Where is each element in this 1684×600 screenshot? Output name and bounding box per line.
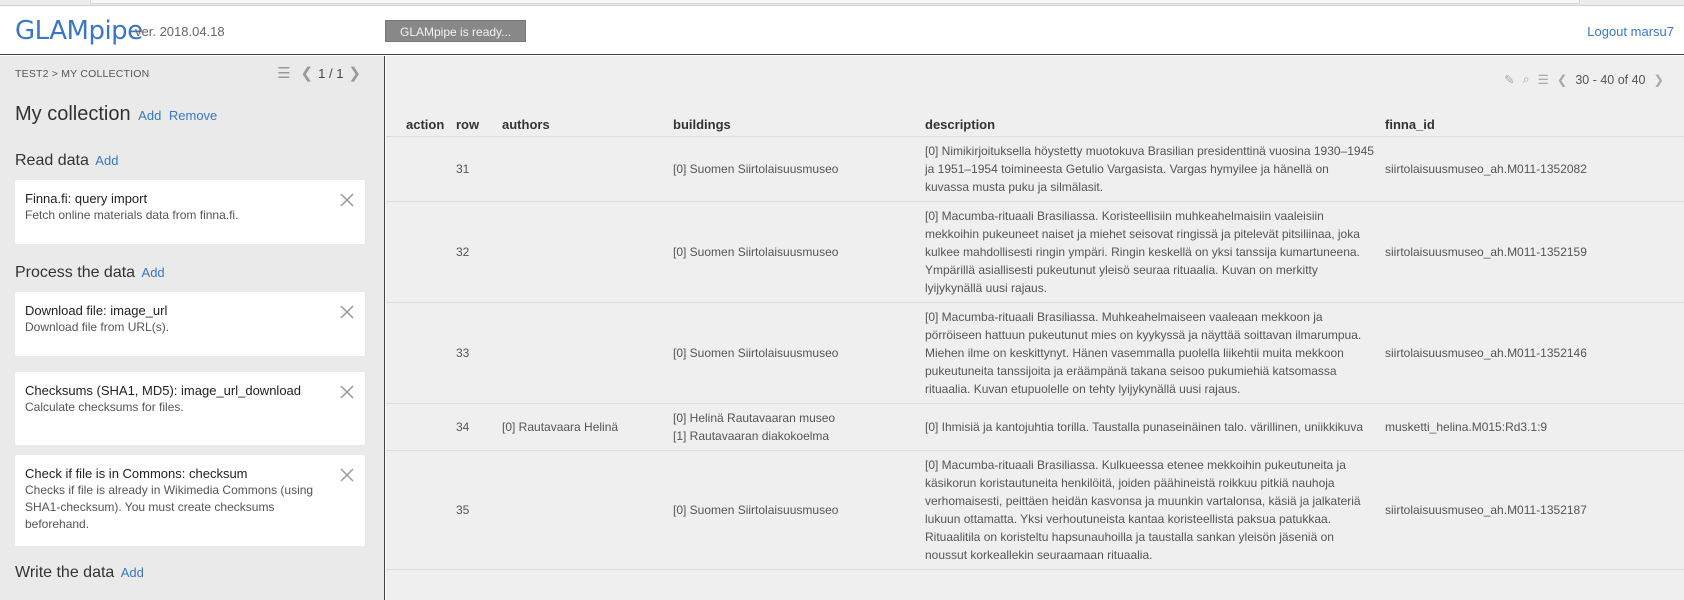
node-title: Download file: image_url <box>25 303 168 318</box>
node-title: Finna.fi: query import <box>25 191 148 206</box>
building-entry: [0] Suomen Siirtolaisuusmuseo <box>673 346 839 360</box>
chevron-right-icon[interactable]: ❯ <box>1654 72 1664 87</box>
read-data-title: Read data Add <box>15 152 118 170</box>
description-cell: [0] Nimikirjoituksella höystetty muotoku… <box>925 136 1385 202</box>
table-row[interactable]: 35 [0] Suomen Siirtolaisuusmuseo [0] Mac… <box>386 450 1684 570</box>
finna-id-cell: siirtolaisuusmuseo_ah.M011-1352159 <box>1385 201 1684 303</box>
menu-icon[interactable]: ☰ <box>1538 72 1549 87</box>
buildings-cell: [0] Suomen Siirtolaisuusmuseo <box>673 136 925 202</box>
authors-cell: [0] Rautavaara Helinä <box>502 403 673 451</box>
read-data-label: Read data <box>15 152 89 169</box>
action-cell[interactable] <box>386 201 456 303</box>
building-entry: [0] Suomen Siirtolaisuusmuseo <box>673 245 839 259</box>
chevron-left-icon[interactable]: ❮ <box>301 64 314 82</box>
app-header: GLAMpipe ver. 2018.04.18 GLAMpipe is rea… <box>0 6 1684 55</box>
row-number-cell: 32 <box>456 201 502 303</box>
node-card[interactable]: Checksums (SHA1, MD5): image_url_downloa… <box>15 372 365 445</box>
buildings-cell: [0] Suomen Siirtolaisuusmuseo <box>673 302 925 404</box>
table-header-row: action row authors buildings description… <box>386 111 1684 137</box>
table-row[interactable]: 34 [0] Rautavaara Helinä [0] Helinä Raut… <box>386 403 1684 451</box>
add-collection-link[interactable]: Add <box>138 108 161 123</box>
close-icon[interactable] <box>339 384 355 400</box>
node-description: Download file from URL(s). <box>25 320 170 334</box>
finna-id-cell: siirtolaisuusmuseo_ah.M011-1352082 <box>1385 136 1684 202</box>
description-cell: [0] Macumba-rituaali Brasiliassa. Korist… <box>925 201 1385 303</box>
action-cell[interactable] <box>386 136 456 202</box>
column-header-action[interactable]: action <box>386 111 456 137</box>
menu-icon[interactable]: ☰ <box>277 64 290 82</box>
table-row[interactable]: 32 [0] Suomen Siirtolaisuusmuseo [0] Mac… <box>386 201 1684 303</box>
search-icon[interactable]: ⌕ <box>1523 72 1530 87</box>
node-title: Check if file is in Commons: checksum <box>25 466 248 481</box>
node-title: Checksums (SHA1, MD5): image_url_downloa… <box>25 383 302 398</box>
authors-cell <box>502 450 673 570</box>
remove-collection-link[interactable]: Remove <box>169 108 217 123</box>
description-cell: [0] Ihmisiä ja kantojuhtia torilla. Taus… <box>925 403 1385 451</box>
column-header-authors[interactable]: authors <box>502 111 673 137</box>
edit-icon[interactable]: ✎ <box>1504 72 1514 87</box>
row-number-cell: 34 <box>456 403 502 451</box>
chevron-right-icon[interactable]: ❯ <box>348 64 361 82</box>
write-data-title: Write the data Add <box>15 564 144 582</box>
finna-id-cell: siirtolaisuusmuseo_ah.M011-1352187 <box>1385 450 1684 570</box>
close-icon[interactable] <box>339 192 355 208</box>
node-description: Fetch online materials data from finna.f… <box>25 208 239 222</box>
collection-pager: ☰ ❮ 1 / 1 ❯ <box>272 64 366 82</box>
action-cell[interactable] <box>386 450 456 570</box>
app-logo[interactable]: GLAMpipe <box>15 16 143 46</box>
collection-title: My collection Add Remove <box>15 103 217 126</box>
logout-link[interactable]: Logout marsu7 <box>1587 24 1674 39</box>
chevron-left-icon[interactable]: ❮ <box>1557 72 1567 87</box>
action-cell[interactable] <box>386 403 456 451</box>
write-data-label: Write the data <box>15 564 115 581</box>
table-row[interactable]: 33 [0] Suomen Siirtolaisuusmuseo [0] Mac… <box>386 302 1684 404</box>
row-number-cell: 33 <box>456 302 502 404</box>
status-badge: GLAMpipe is ready... <box>385 20 527 42</box>
data-table: action row authors buildings description… <box>386 111 1684 570</box>
authors-cell <box>502 136 673 202</box>
buildings-cell: [0] Suomen Siirtolaisuusmuseo <box>673 201 925 303</box>
table-row[interactable]: 31 [0] Suomen Siirtolaisuusmuseo [0] Nim… <box>386 136 1684 202</box>
close-icon[interactable] <box>339 304 355 320</box>
node-card[interactable]: Download file: image_url Download file f… <box>15 292 365 356</box>
buildings-cell: [0] Suomen Siirtolaisuusmuseo <box>673 450 925 570</box>
collection-title-text: My collection <box>15 103 131 125</box>
row-number-cell: 35 <box>456 450 502 570</box>
browser-bar <box>90 0 1580 4</box>
node-description: Calculate checksums for files. <box>25 400 184 414</box>
sidebar: TEST2 > MY COLLECTION ☰ ❮ 1 / 1 ❯ My col… <box>0 56 385 600</box>
description-cell: [0] Macumba-rituaali Brasiliassa. Kulkue… <box>925 450 1385 570</box>
data-pager-label: 30 - 40 of 40 <box>1575 72 1646 87</box>
building-entry: [0] Suomen Siirtolaisuusmuseo <box>673 162 839 176</box>
finna-id-cell: musketti_helina.M015:Rd3.1:9 <box>1385 403 1684 451</box>
collection-pager-label: 1 / 1 <box>318 65 344 81</box>
add-read-node-link[interactable]: Add <box>95 153 118 168</box>
process-data-label: Process the data <box>15 264 136 281</box>
app-version: ver. 2018.04.18 <box>135 24 225 39</box>
node-card[interactable]: Check if file is in Commons: checksum Ch… <box>15 455 365 546</box>
process-data-title: Process the data Add <box>15 264 165 282</box>
node-card[interactable]: Finna.fi: query import Fetch online mate… <box>15 180 365 244</box>
breadcrumb[interactable]: TEST2 > MY COLLECTION <box>15 68 149 80</box>
add-write-node-link[interactable]: Add <box>121 565 144 580</box>
row-number-cell: 31 <box>456 136 502 202</box>
column-header-description[interactable]: description <box>925 111 1385 137</box>
data-toolbar: ✎ ⌕ ☰ ❮ 30 - 40 of 40 ❯ <box>1504 72 1664 87</box>
building-entry: [1] Rautavaaran diakokoelma <box>673 429 830 443</box>
close-icon[interactable] <box>339 467 355 483</box>
description-cell: [0] Macumba-rituaali Brasiliassa. Muhkea… <box>925 302 1385 404</box>
building-entry: [0] Helinä Rautavaaran museo <box>673 411 836 425</box>
column-header-buildings[interactable]: buildings <box>673 111 925 137</box>
buildings-cell: [0] Helinä Rautavaaran museo [1] Rautava… <box>673 403 925 451</box>
authors-cell <box>502 201 673 303</box>
finna-id-cell: siirtolaisuusmuseo_ah.M011-1352146 <box>1385 302 1684 404</box>
column-header-finna-id[interactable]: finna_id <box>1385 111 1684 137</box>
column-header-row[interactable]: row <box>456 111 502 137</box>
node-description: Checks if file is already in Wikimedia C… <box>25 483 314 531</box>
data-panel: ✎ ⌕ ☰ ❮ 30 - 40 of 40 ❯ action row autho… <box>386 56 1684 600</box>
add-process-node-link[interactable]: Add <box>142 265 165 280</box>
building-entry: [0] Suomen Siirtolaisuusmuseo <box>673 503 839 517</box>
action-cell[interactable] <box>386 302 456 404</box>
authors-cell <box>502 302 673 404</box>
